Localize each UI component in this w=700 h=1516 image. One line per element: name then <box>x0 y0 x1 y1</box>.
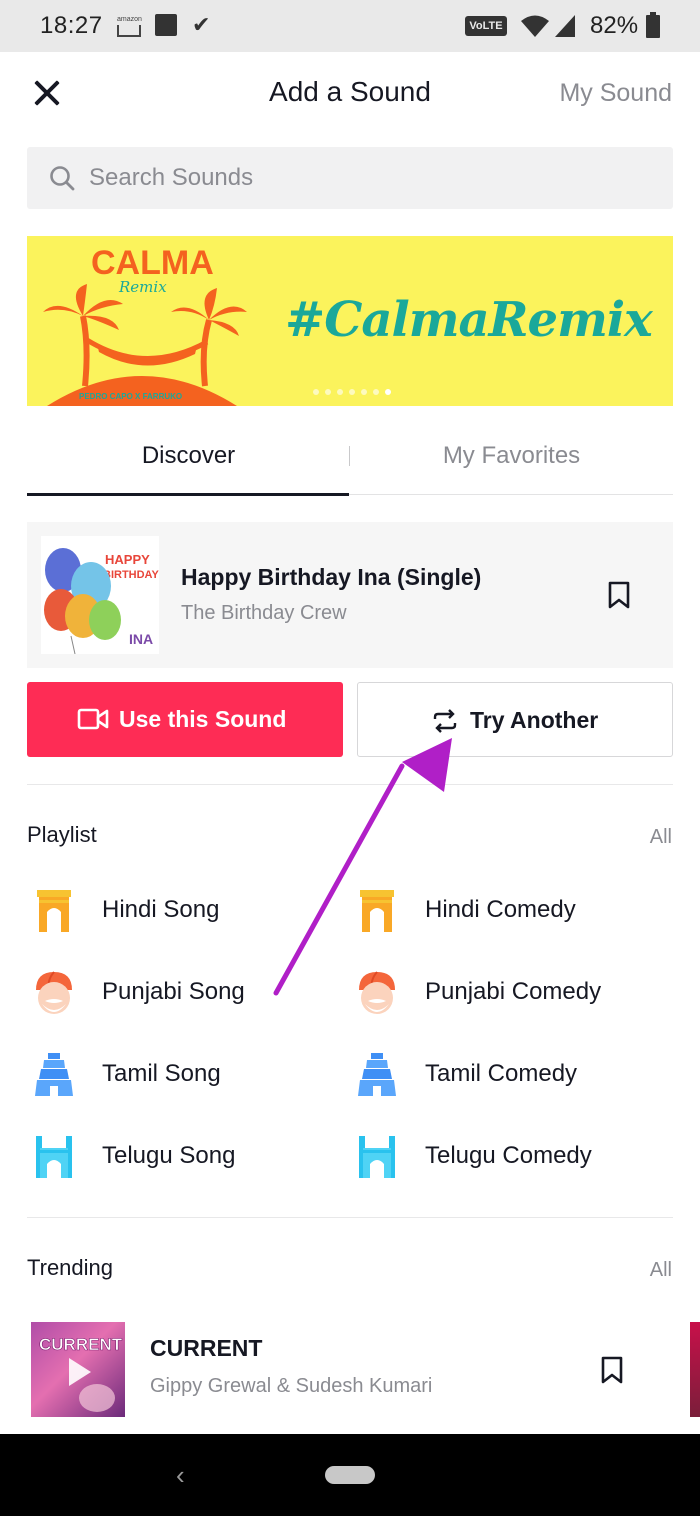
wifi-icon <box>521 15 549 37</box>
playlist-item-label: Punjabi Song <box>102 978 245 1005</box>
playlist-item-label: Telugu Comedy <box>425 1142 592 1169</box>
promo-banner[interactable]: CALMA Remix PEDRO CAPO X FARRUKO #CalmaR… <box>27 236 673 406</box>
svg-text:CURRENT: CURRENT <box>39 1335 123 1354</box>
carousel-dot-active <box>385 389 391 395</box>
svg-text:HAPPY: HAPPY <box>105 552 150 567</box>
carousel-dot <box>325 389 331 395</box>
next-card-peek <box>690 1322 700 1417</box>
playlist-item-punjabi-comedy[interactable]: Punjabi Comedy <box>350 962 670 1022</box>
search-bar[interactable] <box>27 147 673 209</box>
trending-all-link[interactable]: All <box>650 1259 672 1282</box>
tab-discover[interactable]: Discover <box>27 420 350 495</box>
playlist-item-label: Punjabi Comedy <box>425 978 602 1005</box>
selected-sound-card[interactable]: HAPPY BIRTHDAY INA Happy Birthday Ina (S… <box>27 522 673 668</box>
turban-face-icon <box>36 971 72 1014</box>
playlist-item-hindi-song[interactable]: Hindi Song <box>27 880 347 940</box>
india-gate-icon <box>360 890 394 932</box>
trending-title: Trending <box>27 1255 114 1280</box>
video-camera-icon <box>77 708 109 730</box>
annotation-arrow <box>273 738 452 996</box>
tab-my-favorites[interactable]: My Favorites <box>350 420 673 495</box>
bookmark-icon[interactable] <box>601 1356 623 1384</box>
temple-gopuram-icon <box>35 1053 73 1096</box>
carousel-dots <box>313 382 397 400</box>
system-nav-bar: ‹ <box>0 1434 700 1516</box>
tab-active-indicator <box>27 493 349 496</box>
india-gate-icon <box>37 890 71 932</box>
amazon-icon: amazon <box>117 16 143 38</box>
playlist-item-label: Hindi Comedy <box>425 896 576 923</box>
check-icon: ✔ <box>192 12 211 37</box>
shuffle-repeat-icon <box>433 709 457 733</box>
my-sound-link[interactable]: My Sound <box>559 79 672 108</box>
image-icon <box>155 14 177 36</box>
playlist-item-punjabi-song[interactable]: Punjabi Song <box>27 962 347 1022</box>
bookmark-icon[interactable] <box>608 581 630 609</box>
playlist-item-tamil-comedy[interactable]: Tamil Comedy <box>350 1044 670 1104</box>
svg-text:CALMA: CALMA <box>91 244 214 282</box>
use-this-sound-label: Use this Sound <box>119 706 287 732</box>
search-icon <box>50 166 75 191</box>
temple-gopuram-icon <box>358 1053 396 1096</box>
use-this-sound-button[interactable]: Use this Sound <box>27 682 343 757</box>
playlist-item-label: Hindi Song <box>102 896 220 923</box>
divider <box>27 784 673 785</box>
banner-tagline: #CalmaRemix <box>285 292 653 348</box>
back-icon[interactable]: ‹ <box>176 1460 185 1491</box>
sound-artist: The Birthday Crew <box>181 602 347 624</box>
sound-tabs: Discover My Favorites <box>27 420 673 496</box>
status-time: 18:27 <box>40 12 103 39</box>
svg-text:Remix: Remix <box>118 278 167 296</box>
playlist-item-telugu-comedy[interactable]: Telugu Comedy <box>350 1126 670 1186</box>
battery-icon <box>646 12 660 38</box>
playlist-item-label: Tamil Comedy <box>425 1060 578 1087</box>
carousel-dot <box>337 389 343 395</box>
status-bar: 18:27 amazon ✔ VoLTE 82% <box>0 0 700 52</box>
sound-title: Happy Birthday Ina (Single) <box>181 564 482 590</box>
playlist-item-label: Tamil Song <box>102 1060 221 1087</box>
svg-text:BIRTHDAY: BIRTHDAY <box>103 569 159 581</box>
carousel-dot <box>373 389 379 395</box>
search-input[interactable] <box>89 147 649 209</box>
charminar-icon <box>36 1136 72 1178</box>
try-another-button[interactable]: Try Another <box>357 682 673 757</box>
playlist-all-link[interactable]: All <box>650 826 672 849</box>
playlist-item-label: Telugu Song <box>102 1142 236 1169</box>
trending-item-artist: Gippy Grewal & Sudesh Kumari <box>150 1375 433 1397</box>
trending-cover-art[interactable]: CURRENT <box>31 1322 125 1417</box>
divider <box>27 1217 673 1218</box>
svg-text:PEDRO CAPO X FARRUKO: PEDRO CAPO X FARRUKO <box>79 392 182 401</box>
signal-icon <box>555 15 575 37</box>
calma-logo: CALMA Remix PEDRO CAPO X FARRUKO <box>43 244 247 406</box>
carousel-dot <box>349 389 355 395</box>
carousel-dot <box>361 389 367 395</box>
sound-cover-art: HAPPY BIRTHDAY INA <box>41 536 159 654</box>
playlist-item-tamil-song[interactable]: Tamil Song <box>27 1044 347 1104</box>
trending-item-title: CURRENT <box>150 1335 263 1361</box>
battery-percent: 82% <box>590 12 639 39</box>
home-pill-icon[interactable] <box>325 1466 375 1484</box>
svg-text:INA: INA <box>129 631 153 647</box>
volte-icon: VoLTE <box>465 16 507 36</box>
playlist-item-telugu-song[interactable]: Telugu Song <box>27 1126 347 1186</box>
charminar-icon <box>359 1136 395 1178</box>
playlist-item-hindi-comedy[interactable]: Hindi Comedy <box>350 880 670 940</box>
turban-face-icon <box>359 971 395 1014</box>
play-icon: CURRENT <box>39 1335 123 1412</box>
playlist-title: Playlist <box>27 822 97 847</box>
carousel-dot <box>313 389 319 395</box>
try-another-label: Try Another <box>470 707 599 733</box>
